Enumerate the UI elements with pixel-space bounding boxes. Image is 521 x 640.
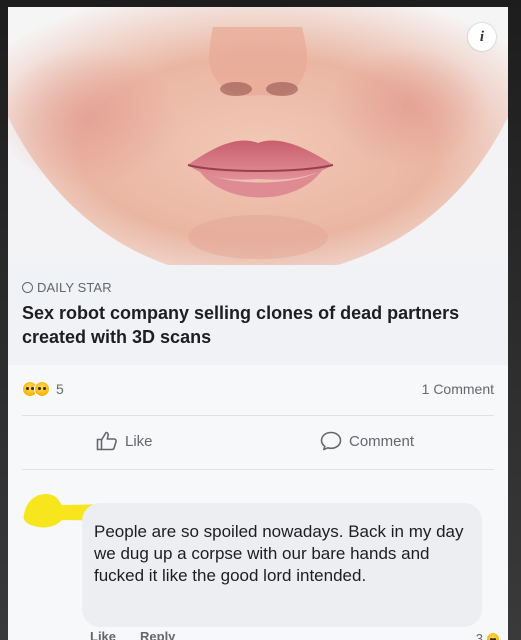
globe-icon xyxy=(22,282,33,293)
post-stats: 5 1 Comment xyxy=(8,375,508,405)
info-button[interactable]: i xyxy=(468,23,496,51)
reaction-summary[interactable]: 5 xyxy=(22,381,64,397)
comment-button[interactable]: Comment xyxy=(320,431,414,451)
comment-reaction-count: 3 xyxy=(475,631,483,640)
info-icon: i xyxy=(479,28,485,45)
comment-reactions[interactable]: 3 xyxy=(476,631,500,640)
comment-text: People are so spoiled nowadays. Back in … xyxy=(94,522,464,585)
face-image xyxy=(8,7,508,265)
divider xyxy=(22,469,494,470)
comment-label: Comment xyxy=(349,432,415,450)
comment-reply-button[interactable]: Reply xyxy=(140,629,175,640)
comment: People are so spoiled nowadays. Back in … xyxy=(8,477,508,640)
post-actions: Like Comment xyxy=(8,425,508,461)
comment-actions: Like Reply xyxy=(90,629,199,640)
post-card: i DAILY STAR Sex robot company selling c… xyxy=(8,7,508,640)
wow-icon xyxy=(34,381,50,397)
haha-icon xyxy=(486,631,500,640)
link-preview[interactable]: DAILY STAR Sex robot company selling clo… xyxy=(8,265,508,365)
thumbs-up-icon xyxy=(96,431,117,451)
reaction-count: 5 xyxy=(56,381,64,397)
link-source: DAILY STAR xyxy=(22,280,112,295)
comment-count[interactable]: 1 Comment xyxy=(422,381,494,397)
post-image[interactable]: i xyxy=(8,7,508,265)
like-button[interactable]: Like xyxy=(96,431,153,451)
comment-bubble-icon xyxy=(320,431,342,451)
comment-bubble: People are so spoiled nowadays. Back in … xyxy=(82,503,482,627)
screen: i DAILY STAR Sex robot company selling c… xyxy=(0,0,521,640)
divider xyxy=(22,415,494,416)
like-label: Like xyxy=(125,432,153,450)
link-headline[interactable]: Sex robot company selling clones of dead… xyxy=(22,301,492,349)
comment-like-button[interactable]: Like xyxy=(90,629,116,640)
source-label: DAILY STAR xyxy=(37,280,112,295)
